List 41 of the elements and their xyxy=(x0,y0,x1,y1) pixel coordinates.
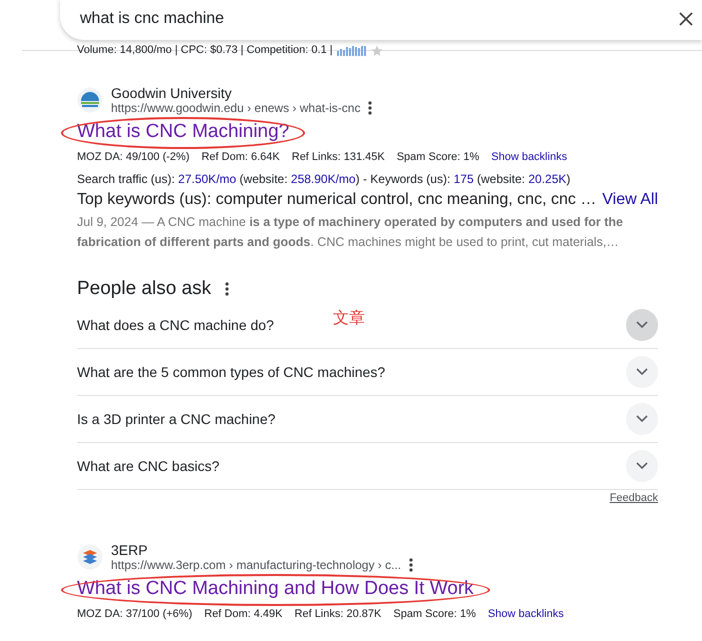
close-icon[interactable] xyxy=(678,11,694,27)
expand-button[interactable] xyxy=(626,403,658,435)
more-options-icon[interactable] xyxy=(368,101,372,115)
keyword-stats: Volume: 14,800/mo | CPC: $0.73 | Competition: 0.1 | xyxy=(77,44,333,56)
annotation-text: 文章 xyxy=(333,308,365,329)
feedback-link[interactable]: Feedback xyxy=(610,492,658,504)
site-logo-icon xyxy=(77,544,103,570)
seo-metric: Ref Links: 20.87K xyxy=(294,608,382,620)
site-name: Goodwin University xyxy=(111,85,233,101)
seo-metric: Ref Links: 131.45K xyxy=(292,151,385,163)
result-url: https://www.goodwin.edu › enews › what-is-cnc xyxy=(111,101,360,115)
result-url: https://www.3erp.com › manufacturing-technology › c... xyxy=(111,558,402,572)
chevron-down-icon xyxy=(636,368,648,376)
more-options-icon[interactable] xyxy=(225,282,230,296)
expand-button[interactable] xyxy=(626,356,658,388)
chevron-down-icon xyxy=(636,462,648,470)
show-backlinks-link[interactable]: Show backlinks xyxy=(488,608,564,620)
search-input[interactable]: what is cnc machine xyxy=(78,9,678,29)
show-backlinks-link[interactable]: Show backlinks xyxy=(491,151,568,163)
result-title[interactable]: What is CNC Machining? xyxy=(77,121,290,143)
result-title[interactable]: What is CNC Machining and How Does It Work xyxy=(77,578,474,600)
search-traffic-text: Search traffic (us): 27.50K/mo (website: 258.90K/mo) - Keywords (us): 175 (website: 20.25K) xyxy=(77,172,572,186)
chevron-down-icon xyxy=(636,415,648,423)
view-all-link[interactable]: View All xyxy=(602,191,658,209)
top-keywords-text: Top keywords (us): computer numerical control, cnc meaning, cnc, cnc … xyxy=(77,191,596,209)
seo-metric: Spam Score: 1% xyxy=(393,608,476,620)
seo-metric: MOZ DA: 37/100 (+6%) xyxy=(77,608,192,620)
section-heading: People also ask xyxy=(77,278,212,300)
seo-metric: Spam Score: 1% xyxy=(396,151,480,163)
seo-metric: Ref Dom: 6.64K xyxy=(201,151,280,163)
result-snippet: Jul 9, 2024 — A CNC machine is a type of machinery operated by computers and used for the fabrication of different parts and goods. CNC machines might be used to print, cut materials,… xyxy=(77,214,624,251)
more-options-icon[interactable] xyxy=(409,558,414,572)
star-icon xyxy=(370,45,383,57)
site-name: 3ERP xyxy=(111,542,149,558)
seo-metric: Ref Dom: 4.49K xyxy=(204,608,283,620)
expand-button[interactable] xyxy=(626,450,658,482)
bar-chart-icon xyxy=(336,46,367,56)
expand-button[interactable] xyxy=(626,309,658,341)
seo-metric: MOZ DA: 49/100 (-2%) xyxy=(77,151,190,163)
site-logo-icon xyxy=(77,87,103,113)
chevron-down-icon xyxy=(636,321,648,329)
